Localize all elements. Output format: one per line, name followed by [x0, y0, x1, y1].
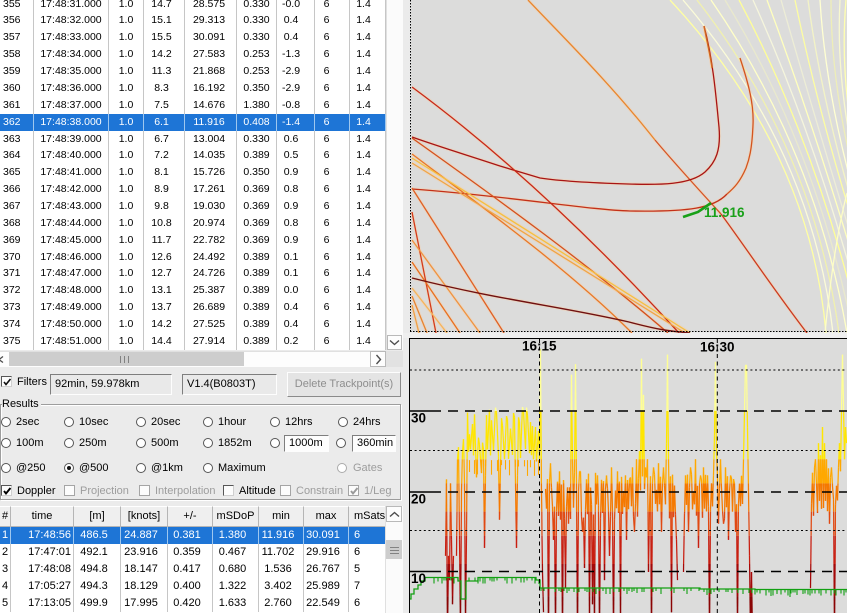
svg-text:16:30: 16:30	[700, 340, 735, 355]
svg-text:30: 30	[411, 411, 426, 426]
svg-text:16:15: 16:15	[522, 339, 557, 354]
svg-text:20: 20	[411, 492, 426, 507]
svg-text:11.916: 11.916	[704, 205, 745, 220]
svg-text:10: 10	[411, 571, 426, 586]
